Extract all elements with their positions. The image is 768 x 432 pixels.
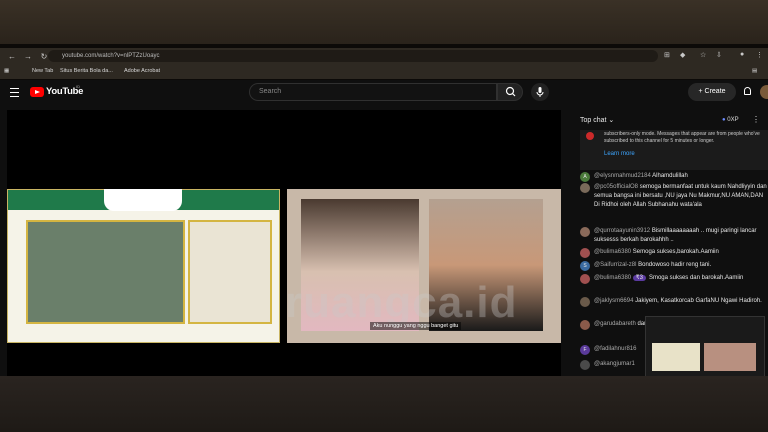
chat-avatar[interactable]: F [580, 345, 590, 355]
chat-message: A @elysnmahmud2184 Alhamdulillah [580, 172, 768, 182]
chat-avatar[interactable] [580, 297, 590, 307]
translate-icon[interactable]: ⊞ [664, 51, 670, 59]
more-vert-icon[interactable]: ⋮ [752, 115, 760, 124]
mini-preview-window[interactable] [645, 316, 765, 380]
chat-author[interactable]: @bulima6380 [594, 275, 631, 281]
preview-frame-right [704, 343, 756, 371]
profile-icon[interactable]: ● [740, 51, 744, 58]
preview-frame-left [652, 343, 700, 371]
masthead: YouTube ID Search + Create [0, 80, 768, 106]
chat-text: Bondowoso hadir reng tani. [638, 262, 712, 268]
video-player[interactable] [7, 110, 561, 376]
back-icon[interactable]: ← [8, 52, 16, 61]
chat-text: Semoga sukses,barokah.Aamiin [632, 249, 719, 255]
bell-icon[interactable] [744, 87, 751, 95]
hamburger-icon[interactable] [10, 88, 19, 97]
address-bar[interactable]: youtube.com/watch?v=nlPTZzUoayc [48, 50, 658, 62]
reload-icon[interactable]: ↻ [40, 52, 48, 61]
chat-text: Jakiyem, Kasatkorcab GarfaNU Ngawi Hadir… [635, 298, 762, 304]
chat-message: S @Saifurrizal-z8l Bondowoso hadir reng t… [580, 261, 768, 271]
chat-author[interactable]: @jaklysm6694 [594, 298, 633, 304]
country-code: ID [76, 84, 80, 89]
points-badge[interactable]: ● 0XP [722, 117, 739, 123]
avatar[interactable] [760, 85, 768, 99]
chat-avatar[interactable] [580, 183, 590, 193]
chat-message: @bulima6380 Semoga sukses,barokah.Aamiin [580, 248, 768, 258]
chat-author[interactable]: @qurrotaayunin3912 [594, 228, 650, 234]
search-icon [505, 86, 516, 97]
chat-avatar[interactable] [580, 248, 590, 258]
voice-search-button[interactable] [531, 83, 549, 101]
notice-text: subscribers-only mode. Messages that app… [604, 131, 760, 144]
all-bookmarks[interactable]: ▤ [752, 68, 757, 74]
chat-message: @pc05officialO8 semoga bermanfaat untuk … [580, 183, 768, 210]
plus-icon: + [698, 88, 703, 95]
chat-mode-dropdown[interactable]: Top chat ⌄ [580, 116, 614, 124]
apps-icon[interactable]: ▦ [4, 68, 9, 74]
chat-author[interactable]: @elysnmahmud2184 [594, 173, 651, 179]
forward-icon[interactable]: → [24, 52, 32, 61]
chat-message: @qurrotaayunin3912 Bismillaaaaaaaah .. m… [580, 227, 768, 245]
bookmark-item[interactable]: New Tab [32, 68, 53, 74]
chat-avatar[interactable] [580, 360, 590, 370]
chat-avatar[interactable] [580, 320, 590, 330]
blurred-background-bottom [0, 376, 768, 432]
video-caption: Aku nunggu yang nggu banget gitu [370, 322, 462, 330]
search-button[interactable] [497, 83, 523, 101]
chat-text: Smoga sukses dan barokah.Aamiin [648, 275, 744, 281]
search-input[interactable]: Search [249, 83, 497, 101]
bookmark-star-icon[interactable]: ☆ [700, 51, 706, 59]
pinned-notice: subscribers-only mode. Messages that app… [580, 130, 768, 170]
bookmark-item[interactable]: Situs Berita Bola da... [60, 68, 113, 74]
create-label: Create [704, 88, 726, 95]
notice-icon [586, 132, 594, 140]
address-row: ← → ↻ youtube.com/watch?v=nlPTZzUoayc ⊞ … [0, 48, 768, 64]
chat-avatar[interactable] [580, 227, 590, 237]
bookmarks-bar: ▦ New Tab Situs Berita Bola da... Adobe … [0, 65, 768, 78]
watermark: ruangca.id [285, 278, 518, 327]
chat-avatar[interactable]: S [580, 261, 590, 271]
chat-author[interactable]: @fadilahnur816 [594, 346, 636, 352]
download-icon[interactable]: ⇩ [716, 51, 722, 59]
chat-author[interactable]: @pc05officialO8 [594, 184, 638, 190]
slide-speaker-photo [188, 220, 272, 324]
bookmark-item[interactable]: Adobe Acrobat [124, 68, 160, 74]
chevron-down-icon: ⌄ [608, 117, 615, 124]
youtube-logo-icon[interactable] [30, 87, 44, 97]
extension-icon[interactable]: ◆ [680, 51, 685, 59]
chat-author[interactable]: @Saifurrizal-z8l [594, 262, 636, 268]
logo-badge [104, 189, 182, 211]
chat-avatar[interactable]: A [580, 172, 590, 182]
chat-message: @jaklysm6694 Jakiyem, Kasatkorcab GarfaN… [580, 297, 768, 307]
chat-badge: ₹3 [632, 275, 646, 281]
video-frame-left-slide [7, 189, 280, 343]
mic-icon [536, 87, 544, 97]
slide-photo-collage [26, 220, 185, 324]
browser-chrome: ← → ↻ youtube.com/watch?v=nlPTZzUoayc ⊞ … [0, 48, 768, 79]
chat-header: Top chat ⌄ ● 0XP ⋮ [570, 110, 768, 132]
chat-message: @bulima6380 ₹3 Smoga sukses dan barokah.A… [580, 274, 768, 284]
learn-more-link[interactable]: Learn more [604, 151, 635, 157]
browser-menu-icon[interactable]: ⋮ [756, 51, 763, 59]
chat-text: Alhamdulillah [652, 173, 688, 179]
create-button[interactable]: + Create [688, 83, 736, 101]
blurred-background-top [0, 0, 768, 44]
chat-avatar[interactable] [580, 274, 590, 284]
chat-author[interactable]: @akangjumar1 [594, 361, 635, 367]
chat-author[interactable]: @bulima6380 [594, 249, 631, 255]
chat-author[interactable]: @garudabareth [594, 321, 636, 327]
